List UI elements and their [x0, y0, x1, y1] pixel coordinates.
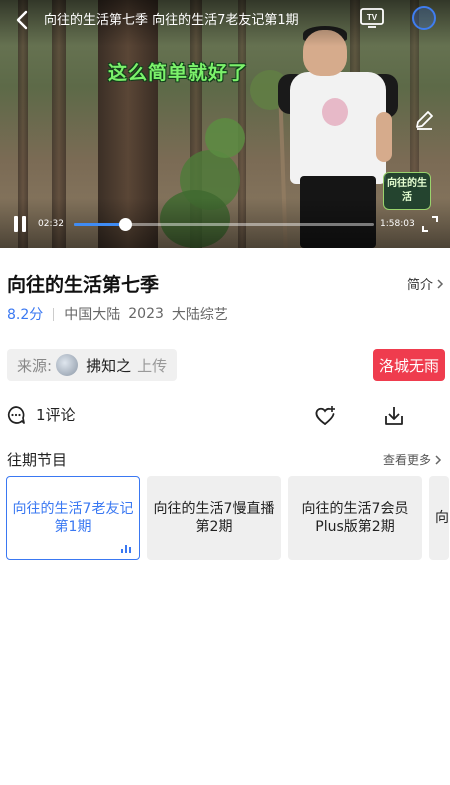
year: 2023	[128, 306, 164, 322]
episode-card[interactable]: 向往的生活7慢直播第2期	[147, 476, 281, 560]
intro-label: 简介	[407, 278, 434, 293]
comment-count: 1评论	[36, 406, 76, 424]
fullscreen-icon	[422, 216, 438, 232]
episode-label: 向往的生活7会员Plus版第2期	[301, 501, 409, 535]
pause-button[interactable]	[10, 214, 30, 234]
pencil-icon	[416, 111, 433, 130]
video-subtitle: 这么简单就好了	[108, 62, 249, 84]
progress-handle[interactable]	[119, 218, 132, 231]
episode-label: 向	[435, 510, 449, 526]
uploader-avatar	[56, 354, 79, 376]
player-title: 向往的生活第七季 向往的生活7老友记第1期	[44, 13, 299, 28]
divider	[53, 307, 55, 321]
rating: 8.2分	[7, 307, 44, 323]
more-episodes-link[interactable]: 查看更多	[383, 451, 442, 468]
favorite-button[interactable]	[313, 404, 337, 428]
heart-plus-icon	[315, 406, 335, 425]
show-meta: 8.2分 中国大陆 2023 大陆综艺	[7, 304, 228, 324]
episode-label: 向往的生活7慢直播第2期	[153, 501, 275, 535]
download-button[interactable]	[382, 404, 406, 428]
episode-card[interactable]: 向往的生活7会员Plus版第2期	[288, 476, 422, 560]
upload-tag: 上传	[137, 356, 168, 375]
playing-indicator-icon	[121, 545, 135, 553]
episode-card[interactable]: 向	[429, 476, 449, 560]
edit-button[interactable]	[412, 108, 436, 132]
pause-icon	[14, 216, 18, 232]
download-icon	[385, 407, 403, 425]
show-watermark-logo: 向往的生活	[383, 172, 431, 210]
svg-text:TV: TV	[367, 13, 378, 22]
video-player[interactable]: 向往的生活第七季 向往的生活7老友记第1期 TV 这么简单就好了 向往的生活 0…	[0, 0, 450, 248]
intro-link[interactable]: 简介	[407, 274, 444, 293]
episodes-section-title: 往期节目	[7, 451, 68, 469]
back-button[interactable]	[8, 6, 36, 34]
cast-tv-button[interactable]: TV	[358, 6, 386, 30]
chevron-right-icon	[435, 454, 442, 465]
comments-button[interactable]: 1评论	[6, 404, 76, 425]
source-label: 来源:	[17, 356, 53, 375]
more-label: 查看更多	[383, 453, 432, 467]
episode-label: 向往的生活7老友记第1期	[12, 501, 134, 535]
episode-list: 向往的生活7老友记第1期 向往的生活7慢直播第2期 向往的生活7会员Plus版第…	[6, 476, 449, 560]
tv-icon: TV	[360, 8, 384, 28]
chevron-right-icon	[437, 278, 444, 289]
chevron-left-icon	[16, 10, 28, 30]
region: 中国大陆	[64, 307, 121, 323]
current-time: 02:32	[38, 219, 64, 229]
progress-fill	[74, 223, 125, 226]
source-chip[interactable]: 来源: 拂知之 上传	[7, 349, 178, 381]
show-title: 向往的生活第七季	[7, 274, 160, 296]
uploader-name: 拂知之	[86, 356, 132, 375]
progress-bar[interactable]	[74, 218, 374, 231]
episode-card[interactable]: 向往的生活7老友记第1期	[6, 476, 140, 560]
fullscreen-button[interactable]	[420, 214, 440, 234]
promo-badge[interactable]: 洛城无雨	[373, 349, 446, 381]
total-time: 1:58:03	[380, 219, 415, 229]
genre: 大陆综艺	[171, 307, 228, 323]
comment-icon	[7, 405, 25, 424]
user-avatar[interactable]	[412, 6, 436, 30]
